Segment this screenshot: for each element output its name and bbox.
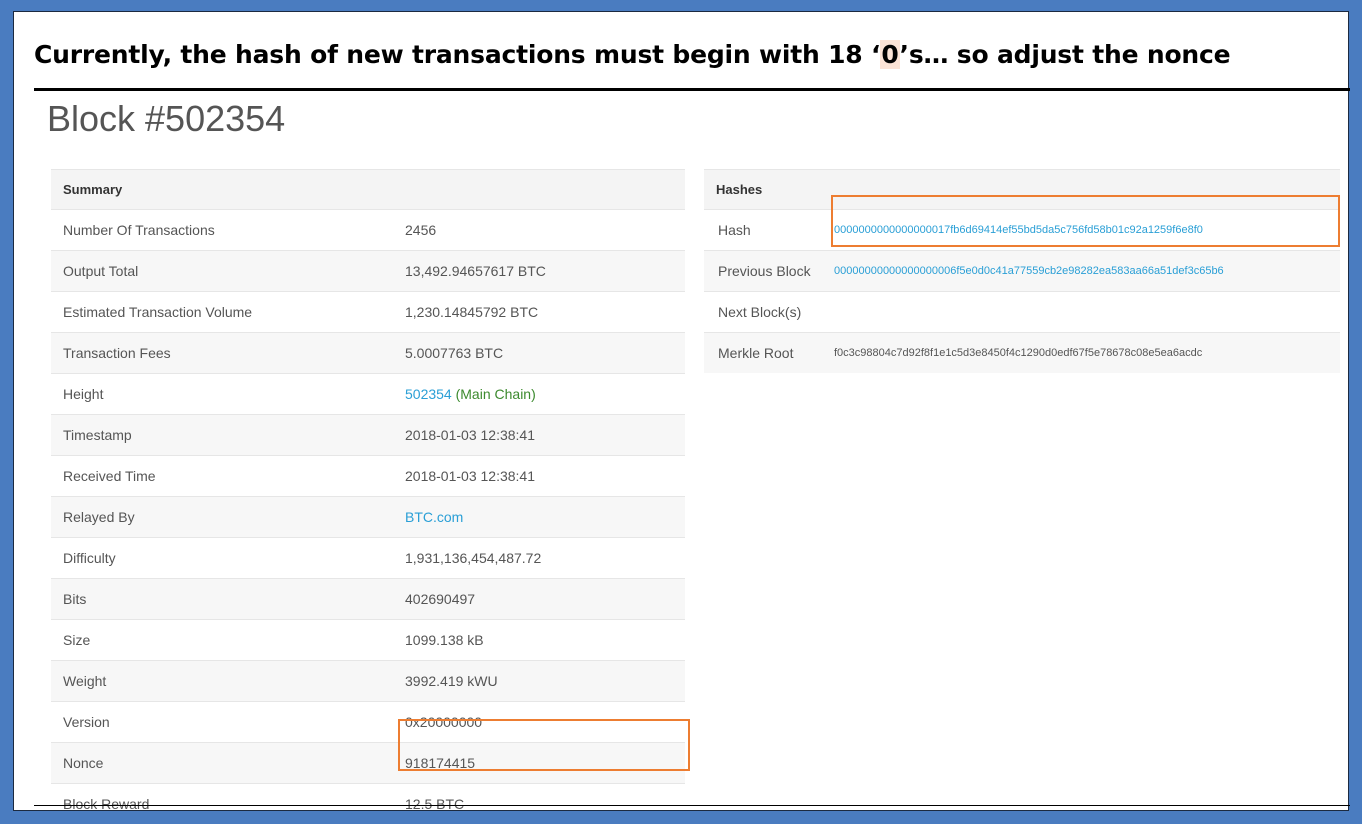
row-label: Size: [51, 620, 393, 661]
row-value: 2018-01-03 12:38:41: [393, 456, 685, 497]
table-row: Merkle Rootf0c3c98804c7d92f8f1e1c5d3e845…: [704, 333, 1340, 374]
table-row: Timestamp2018-01-03 12:38:41: [51, 415, 685, 456]
row-label: Difficulty: [51, 538, 393, 579]
row-value: 5.0007763 BTC: [393, 333, 685, 374]
row-label: Timestamp: [51, 415, 393, 456]
table-row: Block Reward12.5 BTC: [51, 784, 685, 824]
headline-text-start: Currently, the hash of new transactions …: [34, 40, 871, 69]
row-value: 1099.138 kB: [393, 620, 685, 661]
row-value: 1,230.14845792 BTC: [393, 292, 685, 333]
table-row: Difficulty1,931,136,454,487.72: [51, 538, 685, 579]
table-row: Weight3992.419 kWU: [51, 661, 685, 702]
slide: Currently, the hash of new transactions …: [13, 11, 1349, 811]
row-label: Height: [51, 374, 393, 415]
headline-rule: [34, 88, 1350, 91]
row-value: 402690497: [393, 579, 685, 620]
table-row: Height502354 (Main Chain): [51, 374, 685, 415]
row-label: Weight: [51, 661, 393, 702]
previous-block-link[interactable]: 00000000000000000006f5e0d0c41a77559cb2e9…: [834, 265, 1224, 277]
row-value: BTC.com: [393, 497, 685, 538]
row-value: 3992.419 kWU: [393, 661, 685, 702]
table-row: Bits402690497: [51, 579, 685, 620]
table-row: Received Time2018-01-03 12:38:41: [51, 456, 685, 497]
row-value: [826, 292, 1340, 333]
summary-header: Summary: [51, 170, 685, 210]
row-label: Nonce: [51, 743, 393, 784]
headline-text-end: ’s… so adjust the nonce: [900, 40, 1231, 69]
row-value: 502354 (Main Chain): [393, 374, 685, 415]
table-row: Size1099.138 kB: [51, 620, 685, 661]
row-label: Previous Block: [704, 251, 826, 292]
row-label: Hash: [704, 210, 826, 251]
row-label: Relayed By: [51, 497, 393, 538]
row-label: Version: [51, 702, 393, 743]
highlighted-zero: 0: [880, 40, 899, 69]
relayed-by-link[interactable]: BTC.com: [405, 509, 463, 525]
row-value: 1,931,136,454,487.72: [393, 538, 685, 579]
row-label: Transaction Fees: [51, 333, 393, 374]
row-value: 13,492.94657617 BTC: [393, 251, 685, 292]
table-row: Output Total13,492.94657617 BTC: [51, 251, 685, 292]
table-row: Estimated Transaction Volume1,230.148457…: [51, 292, 685, 333]
block-title: Block #502354: [47, 98, 285, 140]
row-value: 2018-01-03 12:38:41: [393, 415, 685, 456]
table-row: Transaction Fees5.0007763 BTC: [51, 333, 685, 374]
row-label: Block Reward: [51, 784, 393, 824]
row-label: Estimated Transaction Volume: [51, 292, 393, 333]
row-value: 12.5 BTC: [393, 784, 685, 824]
height-link[interactable]: 502354: [405, 386, 452, 402]
table-row: Next Block(s): [704, 292, 1340, 333]
nonce-highlight-box: [398, 719, 690, 771]
row-label: Bits: [51, 579, 393, 620]
bottom-rule: [34, 805, 1350, 806]
table-row: Relayed By BTC.com: [51, 497, 685, 538]
table-row: Previous Block 00000000000000000006f5e0d0…: [704, 251, 1340, 292]
hash-highlight-box: [831, 195, 1340, 247]
row-label: Merkle Root: [704, 333, 826, 374]
row-value: 2456: [393, 210, 685, 251]
headline-quote: ‘: [871, 40, 880, 69]
main-chain-note: (Main Chain): [456, 386, 536, 402]
merkle-root-value: f0c3c98804c7d92f8f1e1c5d3e8450f4c1290d0e…: [826, 333, 1340, 374]
row-label: Output Total: [51, 251, 393, 292]
row-label: Number Of Transactions: [51, 210, 393, 251]
table-row: Number Of Transactions2456: [51, 210, 685, 251]
row-label: Received Time: [51, 456, 393, 497]
row-value: 00000000000000000006f5e0d0c41a77559cb2e9…: [826, 251, 1340, 292]
headline: Currently, the hash of new transactions …: [34, 40, 1230, 69]
row-label: Next Block(s): [704, 292, 826, 333]
